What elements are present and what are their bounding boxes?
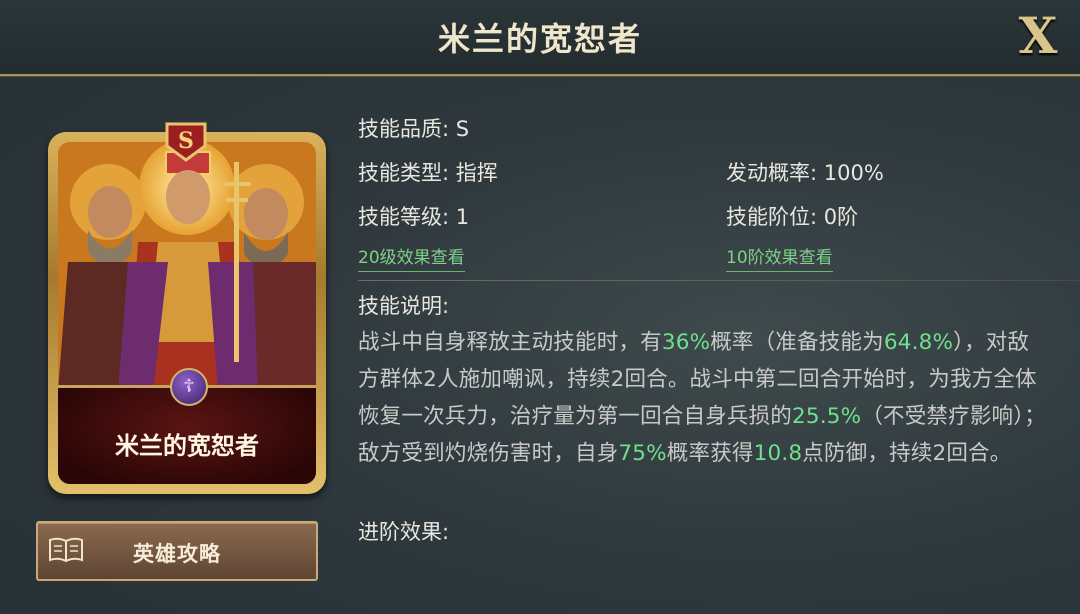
page-title: 米兰的宽恕者 xyxy=(437,20,642,58)
description-heading: 技能说明: xyxy=(358,294,450,318)
skill-type: 技能类型: 指挥 xyxy=(358,161,498,185)
description-text: 点防御，持续2回合。 xyxy=(802,441,1012,466)
grade-badge-icon: S xyxy=(165,122,207,162)
skill-quality: 技能品质: S xyxy=(358,117,470,141)
card-inner: ☦ 米兰的宽恕者 xyxy=(58,142,316,484)
grade-badge-letter: S xyxy=(178,128,194,154)
hero-guide-label: 英雄攻略 xyxy=(133,542,221,566)
description-highlight: 64.8% xyxy=(883,330,954,355)
description-text: 概率获得 xyxy=(666,441,754,466)
skill-tier: 技能阶位: 0阶 xyxy=(726,205,859,229)
trigger-rate: 发动概率: 100% xyxy=(726,161,884,185)
title-bar: 米兰的宽恕者 X xyxy=(0,0,1080,76)
skill-card: ☦ 米兰的宽恕者 xyxy=(48,132,326,494)
section-divider xyxy=(358,280,1080,281)
faction-emblem-icon: ☦ xyxy=(170,368,208,406)
description-text: 概率（准备技能为 xyxy=(710,330,884,355)
card-name-plate: ☦ 米兰的宽恕者 xyxy=(58,368,316,484)
description-highlight: 36% xyxy=(661,330,711,355)
skill-description: 战斗中自身释放主动技能时，有36%概率（准备技能为64.8%），对敌方群体2人施… xyxy=(358,324,1048,472)
description-text: 战斗中自身释放主动技能时，有 xyxy=(358,330,662,355)
tier10-effect-link[interactable]: 10阶效果查看 xyxy=(726,243,833,272)
card-name: 米兰的宽恕者 xyxy=(115,432,259,460)
advance-heading: 进阶效果: xyxy=(358,520,450,544)
hero-guide-button[interactable]: 英雄攻略 xyxy=(36,521,318,581)
card-art-image xyxy=(58,142,316,392)
level20-effect-link[interactable]: 20级效果查看 xyxy=(358,243,465,272)
close-button[interactable]: X xyxy=(1014,8,1062,64)
description-highlight: 10.8 xyxy=(753,441,803,466)
description-highlight: 75% xyxy=(618,441,667,466)
skill-level: 技能等级: 1 xyxy=(358,205,470,229)
description-highlight: 25.5% xyxy=(792,404,862,429)
